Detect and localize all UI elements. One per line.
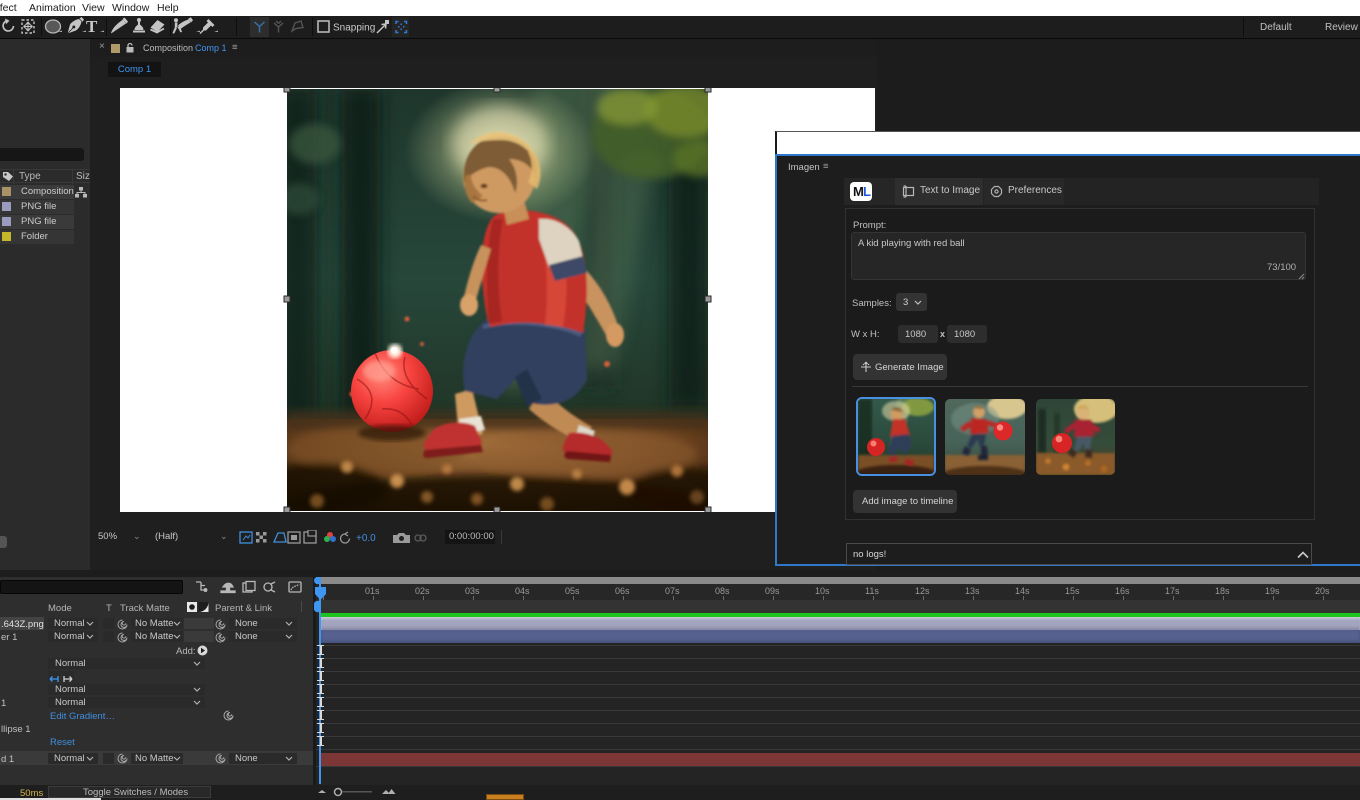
svg-text:T: T bbox=[86, 17, 98, 36]
svg-text:+0.0: +0.0 bbox=[356, 533, 376, 544]
svg-text:Snapping: Snapping bbox=[333, 23, 375, 34]
